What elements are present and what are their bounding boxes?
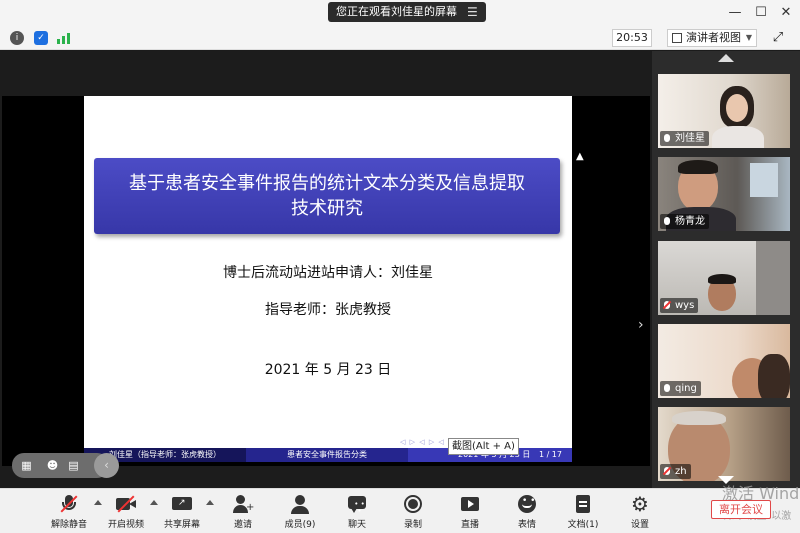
menu-icon[interactable]: ☰ [467, 2, 478, 22]
participant-label: 刘佳星 [660, 131, 709, 146]
camera-off-icon [116, 495, 136, 513]
mouse-cursor-icon: ▲ [576, 151, 584, 162]
screenshot-tooltip: 截图(Alt + A) [448, 438, 519, 455]
members-button[interactable]: 成员(9) [273, 493, 327, 531]
chat-icon[interactable]: ▤ [67, 459, 80, 472]
unmute-button[interactable]: 解除静音 [42, 493, 96, 531]
participant-tile[interactable]: 杨青龙 [658, 157, 790, 231]
caret-up-icon[interactable] [206, 500, 214, 505]
shared-screen: 基于患者安全事件报告的统计文本分类及信息提取 技术研究 博士后流动站进站申请人：… [2, 96, 650, 466]
chevron-up-icon[interactable] [718, 54, 734, 62]
fullscreen-icon[interactable]: ⤢ [770, 30, 786, 46]
microphone-muted-icon [664, 467, 670, 475]
share-banner-text: 您正在观看刘佳星的屏幕 [336, 5, 457, 18]
invite-button[interactable]: + 邀请 [216, 493, 270, 531]
close-icon[interactable]: ✕ [777, 4, 795, 22]
share-screen-button[interactable]: ↗ 共享屏幕 [155, 493, 209, 531]
microphone-icon [664, 217, 670, 225]
participant-label: zh [660, 464, 691, 479]
start-video-button[interactable]: 开启视频 [99, 493, 153, 531]
chevron-left-icon[interactable]: ‹ [94, 453, 119, 478]
footer-page: 1 / 17 [538, 450, 562, 459]
layout-icon[interactable]: ▦ [20, 459, 33, 472]
shield-icon[interactable]: ✓ [34, 31, 48, 45]
reactions-button[interactable]: • • 表情 [500, 493, 554, 531]
microphone-muted-icon [664, 301, 670, 309]
info-icon[interactable]: i [10, 31, 24, 45]
layout-icon [672, 33, 682, 43]
mic-muted-icon [59, 495, 79, 513]
minimize-icon[interactable]: — [726, 4, 744, 22]
chat-button[interactable]: • • • 聊天 [330, 493, 384, 531]
meeting-control-bar: 解除静音 开启视频 ↗ 共享屏幕 + 邀请 成员(9) • • • 聊天 录制 … [0, 488, 800, 533]
microphone-icon [664, 384, 670, 392]
maximize-icon[interactable]: ☐ [752, 4, 770, 22]
slide-title-line2: 技术研究 [291, 198, 363, 219]
settings-button[interactable]: ⚙ 设置 [613, 493, 667, 531]
slide-date: 2021 年 5 月 23 日 [264, 362, 392, 378]
participant-tile[interactable]: wys [658, 241, 790, 315]
emoji-icon[interactable]: ☻ [46, 459, 59, 472]
chevron-down-icon: ▼ [745, 33, 752, 42]
emoji-icon: • • [517, 495, 537, 513]
signal-icon[interactable] [57, 31, 71, 45]
shared-screen-area: 基于患者安全事件报告的统计文本分类及信息提取 技术研究 博士后流动站进站申请人：… [0, 51, 652, 488]
invite-icon: + [233, 495, 254, 513]
participant-label: wys [660, 298, 699, 313]
microphone-icon [664, 134, 670, 142]
meeting-clock: 20:53 [612, 29, 652, 47]
document-icon [573, 495, 593, 513]
footer-short-title: 患者安全事件报告分类 [246, 448, 408, 462]
documents-button[interactable]: 文档(1) [556, 493, 610, 531]
leave-meeting-button[interactable]: 离开会议 [711, 500, 771, 519]
share-screen-icon: ↗ [172, 495, 192, 513]
live-button[interactable]: 直播 [443, 493, 497, 531]
live-icon [460, 495, 480, 513]
slide-title: 基于患者安全事件报告的统计文本分类及信息提取 技术研究 [94, 158, 560, 234]
chat-icon: • • • [347, 495, 367, 515]
view-mode-dropdown[interactable]: 演讲者视图 ▼ [667, 29, 757, 47]
record-button[interactable]: 录制 [386, 493, 440, 531]
participant-tile[interactable]: 刘佳星 [658, 74, 790, 148]
members-icon [290, 495, 310, 514]
chevron-down-icon[interactable] [718, 476, 734, 484]
participant-label: qing [660, 381, 701, 396]
screen-share-banner[interactable]: 您正在观看刘佳星的屏幕 ☰ [328, 2, 486, 22]
floating-controls: ▦ ☻ ▤ ‹ [12, 453, 119, 478]
settings-icon: ⚙ [631, 492, 649, 516]
presentation-slide: 基于患者安全事件报告的统计文本分类及信息提取 技术研究 博士后流动站进站申请人：… [84, 96, 572, 462]
title-bar: 您正在观看刘佳星的屏幕 ☰ — ☐ ✕ [0, 0, 800, 26]
meeting-toolbar: i ✓ 20:53 演讲者视图 ▼ ⤢ [0, 26, 800, 50]
participant-tile[interactable]: zh [658, 407, 790, 481]
slide-title-line1: 基于患者安全事件报告的统计文本分类及信息提取 [129, 173, 525, 194]
chevron-right-icon[interactable]: › [638, 317, 644, 333]
record-icon [403, 495, 423, 513]
view-mode-label: 演讲者视图 [686, 31, 741, 44]
participant-gallery: 刘佳星 杨青龙 wys qing zh [652, 51, 800, 488]
participant-label: 杨青龙 [660, 214, 709, 229]
slide-advisor: 指导老师：张虎教授 [265, 302, 391, 318]
participant-tile[interactable]: qing [658, 324, 790, 398]
slide-applicant: 博士后流动站进站申请人：刘佳星 [223, 265, 433, 281]
